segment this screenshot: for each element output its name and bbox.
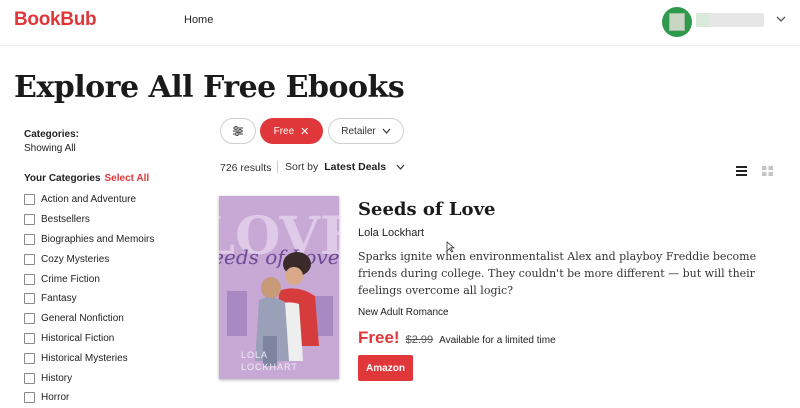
category-label: Biographies and Memoirs <box>41 233 155 245</box>
category-checkbox[interactable] <box>24 332 35 344</box>
category-label: Bestsellers <box>41 214 90 226</box>
page-title: Explore All Free Ebooks <box>14 70 405 105</box>
list-view-icon[interactable] <box>736 163 747 176</box>
category-label: Horror <box>41 392 70 404</box>
divider <box>277 161 278 173</box>
avatar-image <box>669 13 685 31</box>
chevron-down-icon[interactable] <box>776 14 786 26</box>
sort-label: Sort by <box>285 161 319 173</box>
cover-author-line1: LOLA <box>241 350 268 360</box>
free-filter-chip[interactable]: Free ✕ <box>260 118 323 144</box>
results-count: 726 results <box>220 162 272 174</box>
close-icon[interactable]: ✕ <box>300 125 309 138</box>
user-name-redacted-accent <box>696 13 710 27</box>
category-item[interactable]: Crime Fiction <box>24 269 154 289</box>
retailer-filter-label: Retailer <box>341 125 376 137</box>
select-all-link[interactable]: Select All <box>105 173 150 184</box>
book-genre: New Adult Romance <box>358 307 449 318</box>
grid-view-icon[interactable] <box>762 163 773 176</box>
category-item[interactable]: History <box>24 368 154 388</box>
price-row: Free! $2.99 Available for a limited time <box>358 328 556 348</box>
filter-settings-button[interactable] <box>220 118 256 144</box>
category-label: History <box>41 372 73 384</box>
category-checkbox[interactable] <box>24 273 35 285</box>
book-title[interactable]: Seeds of Love <box>358 199 495 220</box>
categories-heading: Categories: <box>24 129 80 140</box>
category-item[interactable]: Historical Fiction <box>24 329 154 349</box>
category-label: Action and Adventure <box>41 194 137 206</box>
category-label: Cozy Mysteries <box>41 253 110 265</box>
mouse-pointer-icon <box>446 240 456 253</box>
category-checkbox[interactable] <box>24 214 35 226</box>
bookbub-logo[interactable]: BookBub <box>14 9 97 31</box>
category-item[interactable]: Bestsellers <box>24 210 154 230</box>
category-checkbox[interactable] <box>24 253 35 265</box>
category-item[interactable]: Biographies and Memoirs <box>24 230 154 250</box>
category-label: Historical Fiction <box>41 332 115 344</box>
category-item[interactable]: General Nonfiction <box>24 309 154 329</box>
category-label: Fantasy <box>41 293 77 305</box>
sort-control[interactable]: Sort by Latest Deals <box>277 161 405 173</box>
chevron-down-icon <box>382 126 391 136</box>
nav-home-link[interactable]: Home <box>184 14 213 26</box>
cover-author-line2: LOCKHART <box>241 362 298 372</box>
category-item[interactable]: Cozy Mysteries <box>24 249 154 269</box>
category-checkbox[interactable] <box>24 313 35 325</box>
chevron-down-icon[interactable] <box>396 162 405 172</box>
category-checkbox[interactable] <box>24 194 35 206</box>
category-item[interactable]: Historical Mysteries <box>24 348 154 368</box>
category-item[interactable]: Action and Adventure <box>24 190 154 210</box>
category-checkbox[interactable] <box>24 352 35 364</box>
categories-showing: Showing All <box>24 143 76 154</box>
site-header: BookBub Home <box>0 0 800 46</box>
category-item[interactable]: Horror <box>24 388 154 408</box>
cover-title: Seeds of Love <box>219 245 339 269</box>
category-checkbox[interactable] <box>24 233 35 245</box>
book-description: Sparks ignite when environmentalist Alex… <box>358 250 757 297</box>
book-author[interactable]: Lola Lockhart <box>358 227 424 239</box>
retailer-filter-button[interactable]: Retailer <box>328 118 404 144</box>
price-original: $2.99 <box>405 334 434 346</box>
category-label: General Nonfiction <box>41 313 124 325</box>
amazon-button[interactable]: Amazon <box>358 355 413 381</box>
your-categories-heading: Your Categories Select All <box>24 173 149 184</box>
category-list: Action and Adventure Bestsellers Biograp… <box>24 190 154 408</box>
category-label: Crime Fiction <box>41 273 100 285</box>
category-checkbox[interactable] <box>24 293 35 305</box>
free-filter-label: Free <box>273 125 295 137</box>
your-categories-label: Your Categories <box>24 173 101 184</box>
user-avatar[interactable] <box>662 7 692 37</box>
price-free: Free! <box>358 328 400 347</box>
price-note: Available for a limited time <box>439 335 556 346</box>
category-checkbox[interactable] <box>24 392 35 404</box>
sort-value[interactable]: Latest Deals <box>324 161 386 173</box>
category-label: Historical Mysteries <box>41 352 128 364</box>
book-cover[interactable]: LOVE Seeds of Love LOLA LOCKHART <box>219 196 339 379</box>
sliders-icon <box>233 126 243 136</box>
category-item[interactable]: Fantasy <box>24 289 154 309</box>
category-checkbox[interactable] <box>24 372 35 384</box>
